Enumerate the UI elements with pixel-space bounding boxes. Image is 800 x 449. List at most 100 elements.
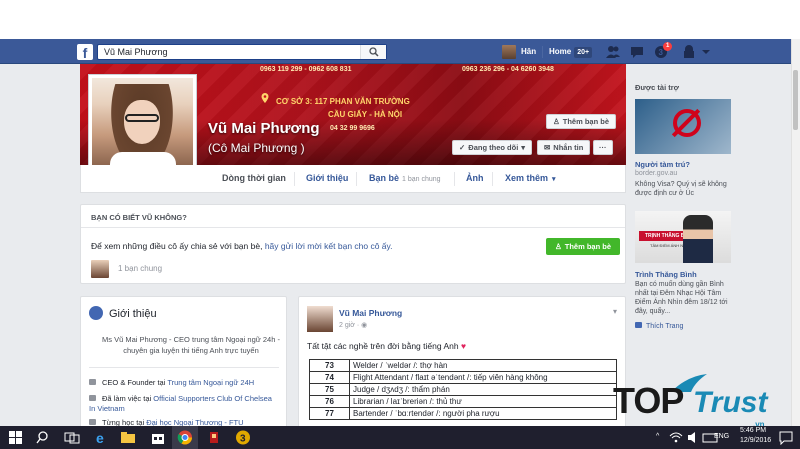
globe-icon: ◉	[361, 322, 368, 329]
language-indicator[interactable]: ENG	[714, 433, 729, 440]
avatar	[502, 45, 516, 59]
ad-title-visa[interactable]: Người tàm trú?	[635, 160, 690, 169]
sponsored-label: Được tài trợ	[635, 83, 680, 92]
search-icon[interactable]	[36, 430, 52, 445]
ad-desc-concert: Bạn có muốn dùng gần Bình nhất tại Đêm N…	[635, 281, 728, 315]
svg-text:3: 3	[659, 48, 664, 57]
tab-more[interactable]: Xem thêm ▾	[505, 173, 556, 183]
send-friend-request-link[interactable]: hãy gửi lời mời kết bạn cho cô ấy.	[265, 241, 393, 251]
ad-domain[interactable]: border.gov.au	[635, 170, 677, 177]
cover-phone-mid: 04 32 99 9696	[330, 125, 375, 132]
search-input[interactable]	[98, 45, 358, 59]
facebook-logo[interactable]: f	[77, 44, 93, 61]
search-button[interactable]	[360, 45, 386, 59]
know-card: BẠN CÓ BIẾT VŨ KHÔNG? Để xem những điều …	[80, 204, 626, 284]
intro-bio: Ms Vũ Mai Phương - CEO trung tâm Ngoại n…	[102, 335, 280, 355]
ad-image-concert[interactable]: TRỊNH THĂNG BÌNH TÂM ĐIỂM ÁNH NHÌN	[635, 211, 731, 263]
svg-text:e: e	[96, 430, 104, 445]
svg-text:3: 3	[240, 434, 246, 445]
action-center-icon[interactable]	[778, 430, 794, 445]
tab-photos[interactable]: Ảnh	[466, 173, 484, 183]
tray-chevron-up-icon[interactable]: ^	[656, 433, 659, 440]
know-title: BẠN CÓ BIẾT VŨ KHÔNG?	[91, 213, 187, 222]
privacy-icon[interactable]	[681, 44, 697, 60]
briefcase-icon	[89, 395, 96, 401]
post-options-chevron-icon[interactable]: ▾	[613, 307, 617, 316]
tab-timeline[interactable]: Dòng thời gian	[222, 173, 286, 183]
intro-card: Giới thiệu Ms Vũ Mai Phương - CEO trung …	[80, 296, 287, 436]
more-options-button[interactable]: ···	[593, 140, 613, 155]
volume-icon[interactable]	[686, 430, 702, 445]
following-button[interactable]: ✓ Đang theo dõi ▾	[452, 140, 533, 155]
nav-divider	[542, 46, 543, 58]
tab-friends[interactable]: Bạn bè 1 bạn chung	[369, 173, 441, 183]
chrome-icon[interactable]	[177, 430, 193, 445]
tab-divider	[492, 172, 493, 186]
post-timestamp[interactable]: 2 giờ · ◉	[339, 321, 367, 329]
add-friend-icon: ♙	[553, 117, 560, 126]
message-icon: ✉	[544, 143, 551, 152]
cover-address-line1: CƠ SỞ 3: 117 PHAN VĂN TRƯỜNG	[276, 97, 410, 106]
heart-icon: ♥	[460, 341, 467, 351]
chevron-down-icon: ▾	[552, 176, 556, 183]
ad-title-concert[interactable]: Trình Thăng Bình	[635, 270, 697, 279]
post-card: Vũ Mai Phương 2 giờ · ◉ ▾ Tất tật các ng…	[298, 296, 626, 436]
mutual-friend-avatar[interactable]	[91, 260, 109, 278]
store-icon[interactable]	[150, 430, 166, 445]
profile-alt-name: (Cô Mai Phương )	[208, 141, 305, 155]
nav-home-link[interactable]: Home 20+	[549, 45, 593, 59]
post-image-table[interactable]: 73 Welder / ˈweldər /: thợ hàn 74 Flight A…	[309, 359, 617, 420]
windows-start-icon[interactable]	[8, 430, 24, 445]
table-row: 73 Welder / ˈweldər /: thợ hàn	[309, 359, 617, 372]
post-author-avatar[interactable]	[307, 306, 333, 332]
tab-divider	[454, 172, 455, 186]
nav-home-label: Home	[549, 47, 572, 56]
know-text: Để xem những điều cô ấy chia sẻ với bạn …	[91, 241, 393, 251]
toptrust-watermark: TOP Trust .vn	[613, 372, 793, 432]
intro-work-link[interactable]: Trung tâm Ngoại ngữ 24H	[167, 378, 254, 387]
search-box	[97, 44, 387, 60]
add-friend-green-button[interactable]: ♙ Thêm bạn bè	[546, 238, 620, 255]
profile-name[interactable]: Vũ Mai Phương	[208, 120, 320, 137]
tab-divider	[356, 172, 357, 186]
post-text: Tất tật các nghề trên đời bằng tiếng Anh…	[307, 341, 467, 351]
cover-address-line2: CẦU GIẤY - HÀ NỘI	[328, 110, 403, 119]
app-red-icon[interactable]	[206, 430, 222, 445]
mutual-friends-count[interactable]: 1 bạn chung	[118, 264, 162, 273]
tab-about[interactable]: Giới thiệu	[306, 173, 348, 183]
tab-divider	[294, 172, 295, 186]
app-number-icon[interactable]: 3	[235, 430, 251, 445]
like-page-link[interactable]: Thích Trang	[635, 322, 683, 330]
divider	[89, 367, 279, 368]
browser-top-area	[0, 0, 800, 39]
clock-time[interactable]: 5:46 PM	[740, 427, 766, 434]
wifi-icon[interactable]	[668, 430, 684, 445]
file-explorer-icon[interactable]	[120, 430, 136, 445]
clock-date[interactable]: 12/9/2016	[740, 437, 771, 444]
ad-desc-visa: Không Visa? Quý vị sẽ không được định cư…	[635, 181, 727, 197]
add-friend-button[interactable]: ♙ Thêm bạn bè	[546, 114, 616, 129]
friend-requests-icon[interactable]	[605, 44, 621, 60]
chevron-down-icon[interactable]	[701, 44, 711, 60]
nav-user-name: Hân	[521, 47, 537, 57]
nav-user-profile[interactable]: Hân	[502, 45, 536, 59]
search-icon	[369, 47, 379, 57]
intro-title: Giới thiệu	[109, 308, 157, 320]
watermark-trust: Trust	[693, 386, 768, 419]
intro-item-past-work: Đã làm việc tại Official Supporters Club…	[89, 394, 272, 413]
cover-phone-right: 0963 236 296 - 04 6260 3948	[462, 66, 554, 73]
check-icon: ✓	[459, 143, 466, 152]
task-view-icon[interactable]	[64, 430, 80, 445]
watermark-top: TOP	[613, 380, 684, 421]
location-pin-icon	[261, 93, 269, 103]
scrollbar-thumb[interactable]	[793, 70, 798, 130]
windows-taskbar: e 3 ^ ENG 5:46 PM 12/9/2016	[0, 426, 800, 449]
messages-icon[interactable]	[629, 44, 645, 60]
edge-browser-icon[interactable]: e	[94, 430, 110, 445]
post-author-name[interactable]: Vũ Mai Phương	[339, 308, 402, 318]
message-button[interactable]: ✉ Nhắn tin	[537, 140, 591, 155]
thumbs-up-icon	[635, 322, 642, 328]
table-row: 76 Librarian / laɪˈbreriən /: thủ thư	[309, 395, 617, 408]
ad-image-visa[interactable]	[635, 99, 731, 154]
home-count-badge: 20+	[574, 47, 593, 58]
